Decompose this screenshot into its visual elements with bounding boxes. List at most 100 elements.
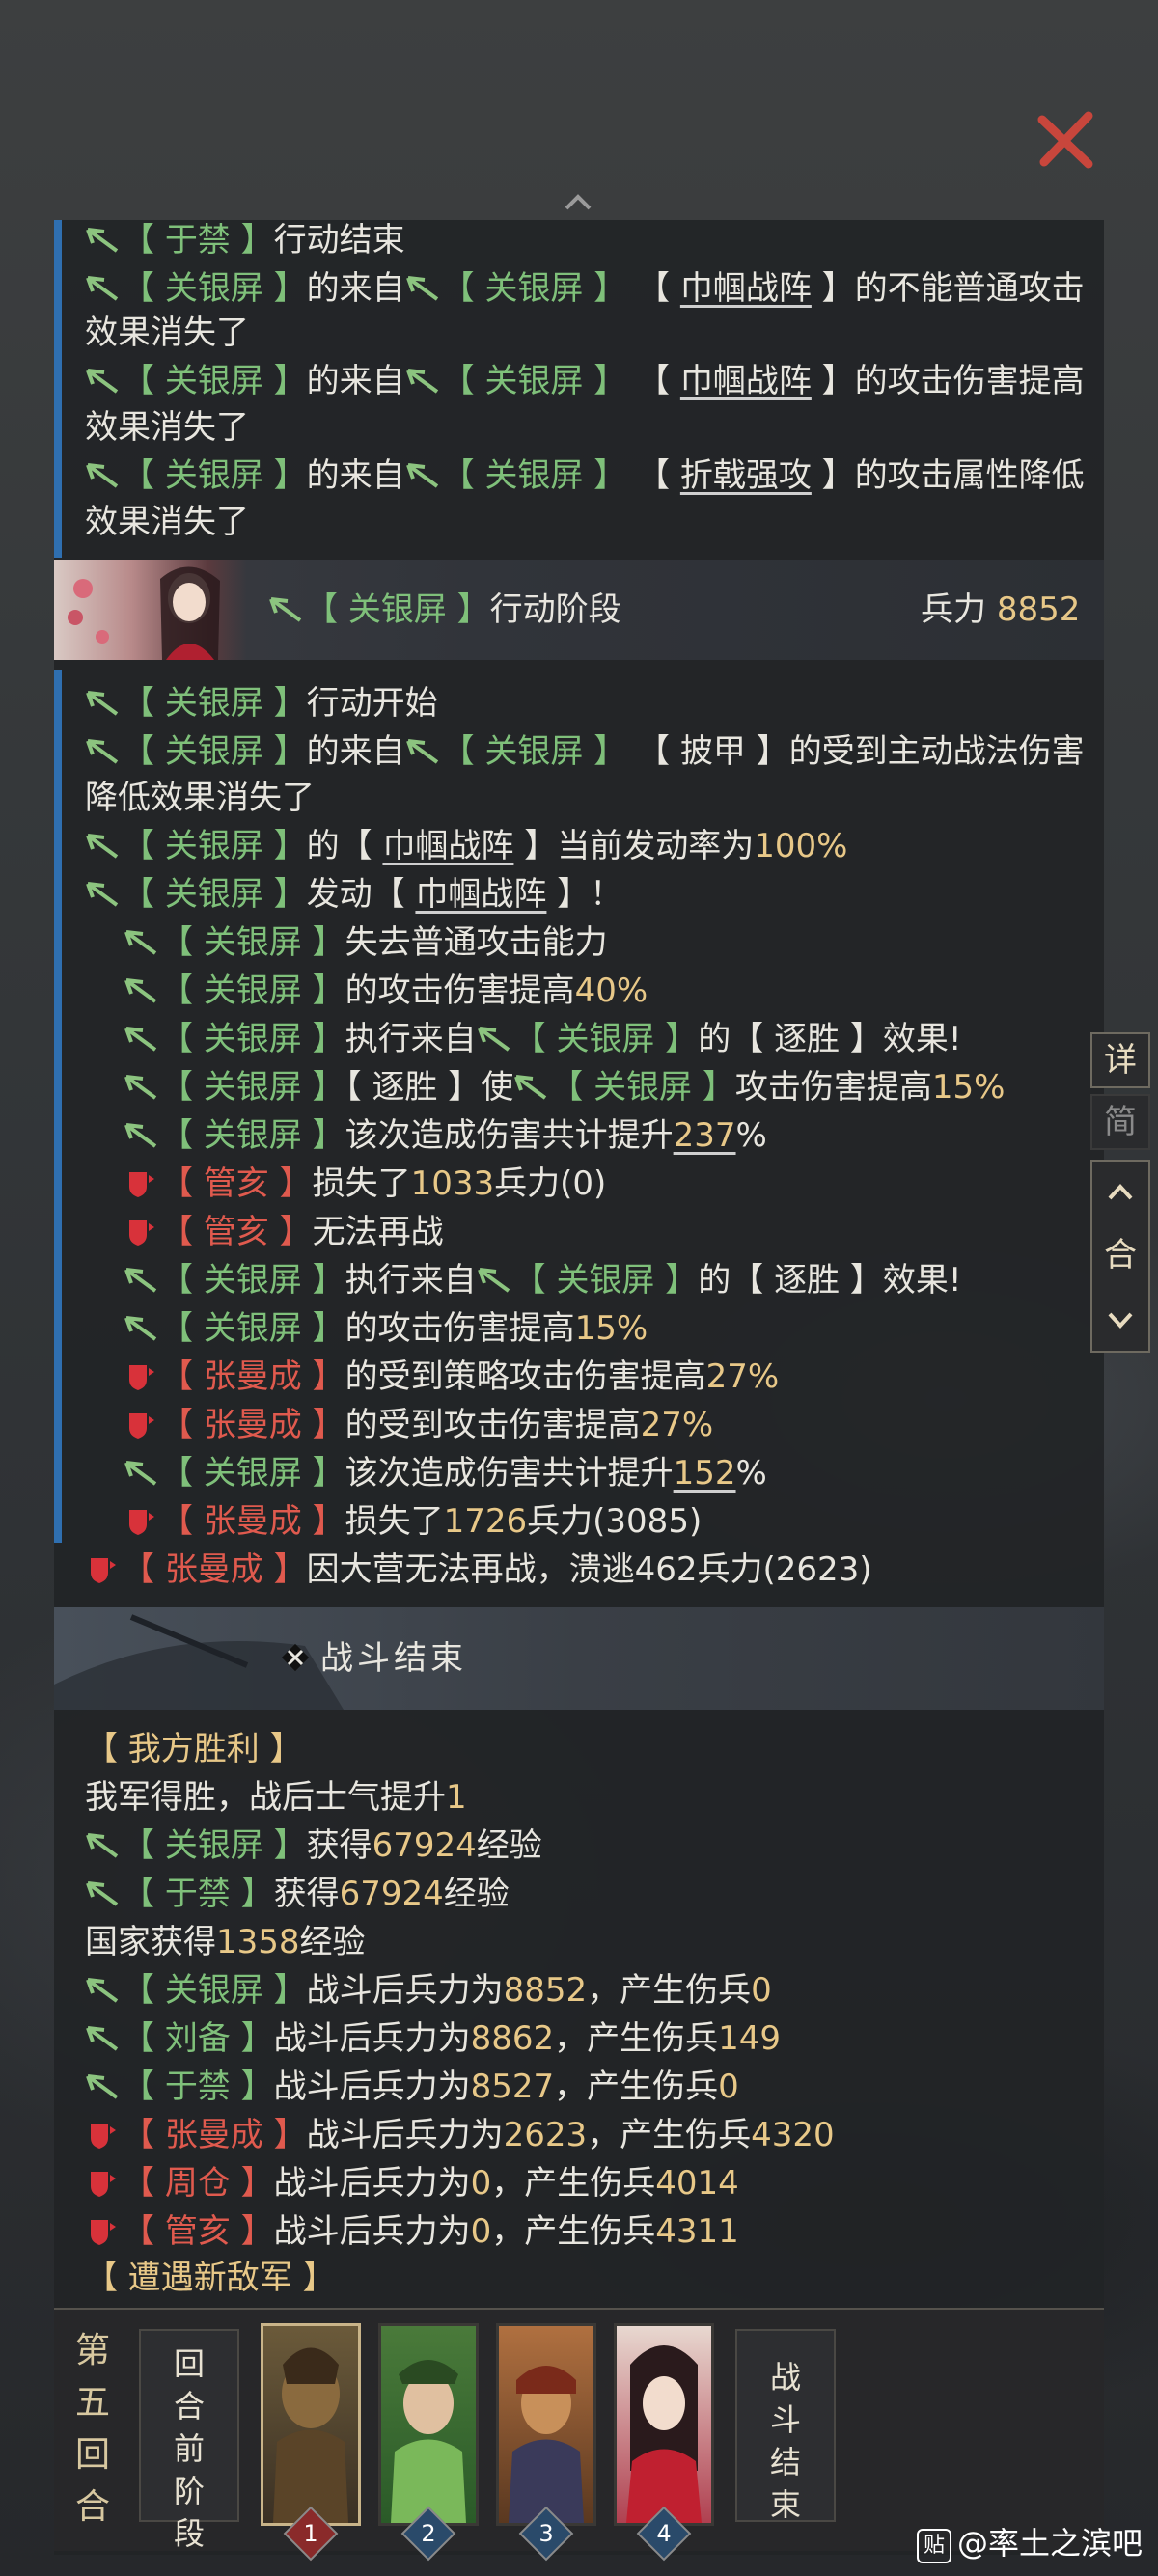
general-name[interactable]: 关银屏	[165, 875, 263, 914]
close-icon[interactable]	[1033, 106, 1100, 174]
general-name[interactable]: 张曼成	[204, 1502, 302, 1541]
value: 40%	[574, 972, 648, 1010]
general-name[interactable]: 关银屏	[348, 590, 447, 629]
value: 0	[718, 2068, 739, 2106]
log-text: ，产生伤兵	[491, 2212, 656, 2251]
general-name[interactable]: 关银屏	[165, 269, 263, 308]
effect-name[interactable]: 逐胜	[372, 1068, 437, 1107]
log-text: 的攻击伤害提高	[345, 972, 575, 1010]
log-text: 损失了	[345, 1502, 444, 1541]
log-text: 执行来自	[345, 1261, 477, 1300]
result-line: 【 于禁 】获得67924经验	[85, 1870, 510, 1918]
tab-action-4[interactable]	[614, 2323, 714, 2526]
general-name[interactable]: 关银屏	[165, 732, 263, 771]
general-name[interactable]: 关银屏	[204, 1309, 302, 1348]
general-name[interactable]: 关银屏	[165, 362, 263, 400]
result-line: 【 于禁 】战斗后兵力为8527，产生伤兵0	[85, 2063, 739, 2111]
log-line: 【 张曼成 】的受到攻击伤害提高27%	[124, 1401, 713, 1449]
general-name[interactable]: 关银屏	[165, 456, 263, 495]
general-name[interactable]: 关银屏	[484, 269, 583, 308]
general-name[interactable]: 刘备	[165, 2019, 231, 2058]
log-line: 【 关银屏 】发动【 巾帼战阵 】！	[85, 870, 622, 918]
general-name[interactable]: 于禁	[165, 221, 231, 260]
general-name[interactable]: 管亥	[204, 1165, 269, 1203]
banner-icon	[85, 874, 120, 907]
general-name[interactable]: 张曼成	[165, 2116, 263, 2154]
effect-name[interactable]: 披甲	[680, 732, 746, 771]
log-line: 【 于禁 】行动结束	[85, 216, 405, 264]
log-line: 【 管亥 】损失了1033兵力(0)	[124, 1160, 606, 1208]
skill-link[interactable]: 巾帼战阵	[382, 827, 513, 865]
general-name[interactable]: 关银屏	[484, 362, 583, 400]
action-phase-header: 【 关银屏 】行动阶段 兵力 8852	[54, 560, 1104, 660]
general-name[interactable]: 关银屏	[204, 1454, 302, 1493]
round-label-char: 合	[74, 2487, 110, 2527]
general-name[interactable]: 张曼成	[204, 1357, 302, 1396]
general-name[interactable]: 周仓	[165, 2164, 231, 2203]
general-name[interactable]: 关银屏	[204, 923, 302, 962]
skill-link[interactable]: 巾帼战阵	[680, 269, 812, 308]
detail-button[interactable]: 详	[1090, 1032, 1150, 1088]
result-line: 【 关银屏 】获得67924经验	[85, 1822, 542, 1870]
collapse-up-icon[interactable]	[565, 193, 592, 210]
log-text: 无法再战	[312, 1213, 444, 1251]
combine-button[interactable]: 合	[1092, 1221, 1148, 1289]
log-text-continued: 效果消失了	[85, 314, 249, 352]
skill-link[interactable]: 巾帼战阵	[680, 362, 812, 400]
general-name[interactable]: 管亥	[204, 1213, 269, 1251]
log-text: 战斗后兵力为	[273, 2019, 471, 2058]
value: 27%	[705, 1357, 780, 1396]
simple-button[interactable]: 简	[1090, 1094, 1150, 1150]
general-name[interactable]: 关银屏	[556, 1020, 654, 1058]
log-text: 经验	[443, 1875, 510, 1913]
scroll-down-button[interactable]	[1092, 1297, 1148, 1345]
general-name[interactable]: 管亥	[165, 2212, 231, 2251]
result-line: 【 刘备 】战斗后兵力为8862，产生伤兵149	[85, 2014, 781, 2063]
tab-action-2[interactable]	[378, 2323, 479, 2526]
tab-char: 束	[769, 2486, 801, 2523]
scroll-up-button[interactable]	[1092, 1167, 1148, 1216]
general-name[interactable]: 关银屏	[556, 1261, 654, 1300]
shield-icon	[124, 1164, 158, 1197]
effect-name[interactable]: 逐胜	[774, 1020, 840, 1058]
skill-link[interactable]: 巾帼战阵	[415, 875, 546, 914]
effect-name[interactable]: 逐胜	[774, 1261, 840, 1300]
value: 0	[751, 1971, 772, 2010]
battle-end-title: 战斗结束	[320, 1639, 467, 1678]
value: 100%	[754, 827, 848, 865]
log-text: ，产生伤兵	[587, 2116, 752, 2154]
banner-icon	[124, 1453, 158, 1486]
general-name[interactable]: 关银屏	[204, 1020, 302, 1058]
log-text: 的	[698, 1261, 731, 1300]
log-text: 因大营无法再战，溃逃462兵力(2623)	[306, 1550, 872, 1589]
value: 8852	[503, 1971, 588, 2010]
general-name[interactable]: 张曼成	[204, 1406, 302, 1444]
general-name[interactable]: 关银屏	[204, 1116, 302, 1155]
general-name[interactable]: 关银屏	[484, 732, 583, 771]
general-name[interactable]: 关银屏	[165, 1826, 263, 1865]
general-name[interactable]: 关银屏	[204, 1068, 302, 1107]
general-portrait	[54, 560, 247, 660]
general-name[interactable]: 于禁	[165, 1875, 231, 1913]
troops-value: 8852	[996, 590, 1081, 629]
general-name[interactable]: 于禁	[165, 2068, 231, 2106]
general-name[interactable]: 关银屏	[204, 972, 302, 1010]
general-name[interactable]: 张曼成	[165, 1550, 263, 1589]
general-portrait	[273, 2347, 348, 2523]
tab-action-1[interactable]	[261, 2323, 361, 2526]
log-text-continued: 效果消失了	[85, 408, 249, 447]
tab-action-3[interactable]	[496, 2323, 596, 2526]
general-name[interactable]: 关银屏	[165, 827, 263, 865]
tab-battle-end[interactable]: 战 斗 结 束	[735, 2329, 836, 2523]
general-portrait	[391, 2360, 466, 2523]
skill-link[interactable]: 折戟强攻	[680, 456, 812, 495]
general-name[interactable]: 关银屏	[593, 1068, 692, 1107]
general-name[interactable]: 关银屏	[165, 1971, 263, 2010]
general-name[interactable]: 关银屏	[165, 684, 263, 723]
banner-icon	[124, 1260, 158, 1293]
tab-pre-round-phase[interactable]: 回 合 前 阶 段	[139, 2329, 239, 2552]
general-name[interactable]: 关银屏	[484, 456, 583, 495]
general-name[interactable]: 关银屏	[204, 1261, 302, 1300]
log-text: 的来自	[306, 362, 405, 400]
log-text: 行动结束	[273, 221, 405, 260]
